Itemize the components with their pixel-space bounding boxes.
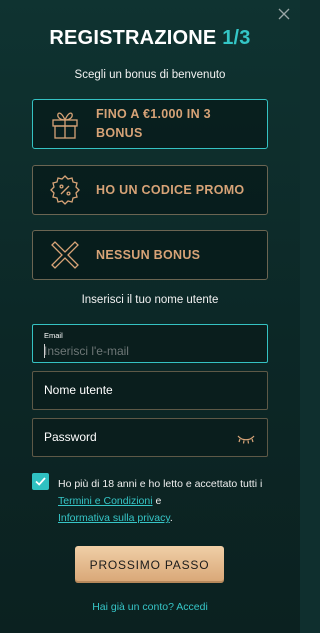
- close-icon[interactable]: [277, 7, 291, 21]
- username-field[interactable]: Nome utente: [32, 371, 268, 410]
- password-label: Password: [44, 430, 97, 444]
- bonus-option-label: NESSUN BONUS: [96, 247, 201, 262]
- x-icon: [45, 235, 85, 275]
- eye-closed-icon[interactable]: [236, 432, 256, 444]
- terms-text: Ho più di 18 anni e ho letto e accettato…: [58, 476, 270, 527]
- bonus-prompt: Scegli un bonus di benvenuto: [74, 69, 226, 81]
- percent-badge-icon: [45, 170, 85, 210]
- check-icon: [35, 477, 46, 486]
- bonus-option-promo-code[interactable]: HO UN CODICE PROMO: [32, 165, 268, 215]
- terms-checkbox[interactable]: [32, 473, 49, 490]
- page-title: REGISTRAZIONE 1/3: [0, 27, 300, 50]
- next-step-button[interactable]: PROSSIMO PASSO: [75, 546, 224, 583]
- terms-conditions-link[interactable]: Termini e Condizioni: [58, 495, 153, 507]
- email-label: Email: [44, 331, 63, 340]
- terms-end: .: [169, 512, 173, 524]
- bonus-option-welcome[interactable]: FINO A €1.000 IN 3 BONUS: [32, 99, 268, 149]
- email-field[interactable]: Email: [32, 324, 268, 363]
- title-text: REGISTRAZIONE: [49, 27, 217, 49]
- bonus-label-line1: FINO A €1.000 IN 3: [96, 107, 211, 121]
- step-indicator: 1/3: [222, 27, 251, 49]
- username-label: Nome utente: [44, 383, 113, 397]
- username-prompt: Inserisci il tuo nome utente: [81, 294, 219, 306]
- registration-modal: REGISTRAZIONE 1/3 Scegli un bonus di ben…: [0, 0, 300, 633]
- login-link[interactable]: Hai già un conto? Accedi: [0, 601, 300, 613]
- terms-statement: Ho più di 18 anni e ho letto e accettato…: [58, 478, 263, 490]
- bonus-option-none[interactable]: NESSUN BONUS: [32, 230, 268, 280]
- password-field[interactable]: Password: [32, 418, 268, 457]
- privacy-policy-link[interactable]: Informativa sulla privacy: [58, 512, 170, 524]
- bonus-label-line2: BONUS: [96, 126, 143, 140]
- bonus-option-label: HO UN CODICE PROMO: [96, 182, 245, 197]
- bonus-option-label: FINO A €1.000 IN 3 BONUS: [96, 105, 211, 143]
- email-input[interactable]: [44, 343, 244, 359]
- terms-connector: e: [155, 495, 162, 507]
- gift-icon: [45, 104, 85, 144]
